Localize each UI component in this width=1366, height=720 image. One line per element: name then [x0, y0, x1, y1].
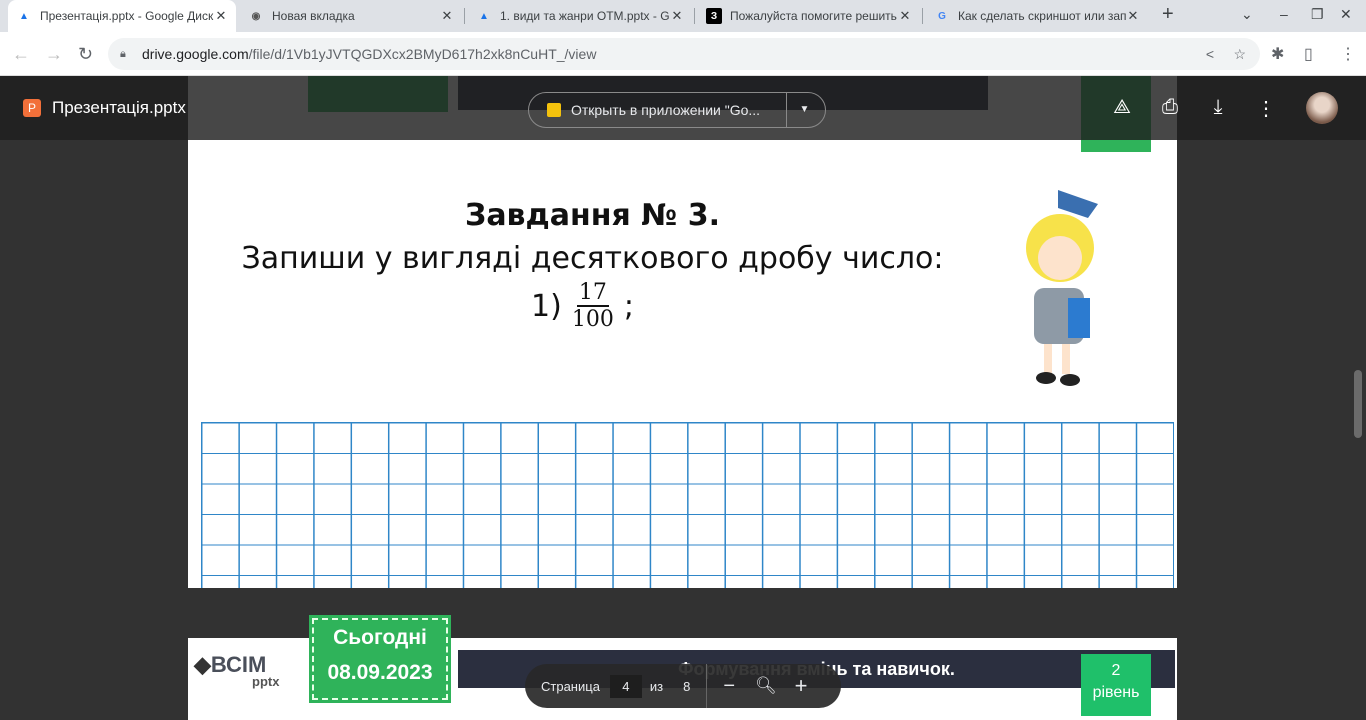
download-icon[interactable]: ⤓: [1206, 96, 1230, 119]
back-icon[interactable]: ←: [12, 44, 30, 65]
close-icon[interactable]: ✕: [898, 8, 912, 24]
close-icon[interactable]: ✕: [214, 8, 228, 24]
tab-3[interactable]: З Пожалуйста помогите решить ✕: [698, 0, 920, 32]
pptx-file-icon: P: [23, 99, 41, 117]
grid-lines: [201, 422, 1174, 588]
google-icon: G: [938, 10, 946, 22]
open-with-button[interactable]: Открыть в приложении "Go... ▼: [528, 92, 826, 128]
viewer-header: P Презентація.pptx Открыть в приложении …: [0, 76, 1366, 140]
google-drive-icon: ▲: [479, 10, 489, 22]
google-drive-icon: ▲: [19, 10, 29, 22]
date-badge: Сьогодні 08.09.2023: [309, 615, 451, 703]
close-icon[interactable]: ✕: [670, 8, 684, 24]
level-ribbon: 2 рівень: [1081, 654, 1151, 716]
tab-4[interactable]: GКак сделать скриншот или запись✕: [926, 0, 1148, 32]
scrollbar-thumb[interactable]: [1354, 370, 1362, 438]
close-icon[interactable]: ✕: [1126, 8, 1140, 24]
zoom-in-icon[interactable]: +: [795, 673, 808, 699]
google-slides-icon: [547, 103, 561, 117]
vsim-logo: ◆ВСІМ pptx: [194, 652, 280, 689]
page-controls: Страница 4 из 8 − 🔍︎ +: [525, 664, 841, 708]
tab-2[interactable]: ▲1. види та жанри ОТМ.pptx - Google Диск…: [468, 0, 692, 32]
new-tab-button[interactable]: +: [1162, 3, 1174, 26]
print-icon[interactable]: ⎙: [1158, 96, 1182, 119]
reload-icon[interactable]: ↻: [78, 44, 93, 65]
more-icon[interactable]: ⋮: [1254, 96, 1278, 121]
schoolgirl-illustration: [1026, 190, 1098, 386]
magnifier-icon[interactable]: 🔍︎: [755, 676, 777, 696]
minimize-button[interactable]: –: [1280, 6, 1288, 22]
star-icon[interactable]: ☆: [1233, 46, 1246, 63]
restore-button[interactable]: ❐: [1311, 6, 1324, 23]
tab-strip: ▲ Презентація.pptx - Google Диск ✕ ◉ Новая …: [0, 0, 1366, 32]
tab-0[interactable]: ▲ Презентація.pptx - Google Диск ✕: [8, 0, 236, 32]
lock-icon: 🔒︎: [120, 47, 126, 60]
page-number-input[interactable]: 4: [609, 674, 642, 698]
menu-icon[interactable]: ⋮: [1340, 44, 1356, 64]
chrome-icon: ◉: [251, 10, 261, 22]
side-panel-icon[interactable]: ▯: [1304, 44, 1313, 64]
tab-1[interactable]: ◉ Новая вкладка ✕: [240, 0, 462, 32]
dropdown-arrow-icon[interactable]: ▼: [786, 93, 822, 127]
extensions-icon[interactable]: ✱: [1271, 44, 1284, 64]
slide-4: Завдання № 3. Запиши у вигляді десятково…: [188, 76, 1177, 588]
file-name: Презентація.pptx: [52, 98, 186, 117]
close-icon[interactable]: ✕: [440, 8, 454, 24]
forward-icon[interactable]: →: [45, 44, 63, 65]
close-window-button[interactable]: ✕: [1340, 6, 1352, 23]
url-input[interactable]: 🔒︎ drive.google.com/file/d/1Vb1yJVTQGDXc…: [108, 38, 1260, 70]
tab-search-button[interactable]: ⌄: [1241, 6, 1253, 23]
share-icon[interactable]: <: [1206, 46, 1214, 62]
znanija-icon: З: [706, 8, 722, 24]
pdf-viewer: Завдання № 3. Запиши у вигляді десятково…: [0, 76, 1366, 720]
zoom-out-icon[interactable]: −: [723, 675, 735, 698]
address-bar-row: ← → ↻ 🔒︎ drive.google.com/file/d/1Vb1yJV…: [0, 32, 1366, 76]
avatar[interactable]: [1306, 92, 1338, 124]
add-to-drive-icon[interactable]: ⟁: [1110, 96, 1134, 119]
